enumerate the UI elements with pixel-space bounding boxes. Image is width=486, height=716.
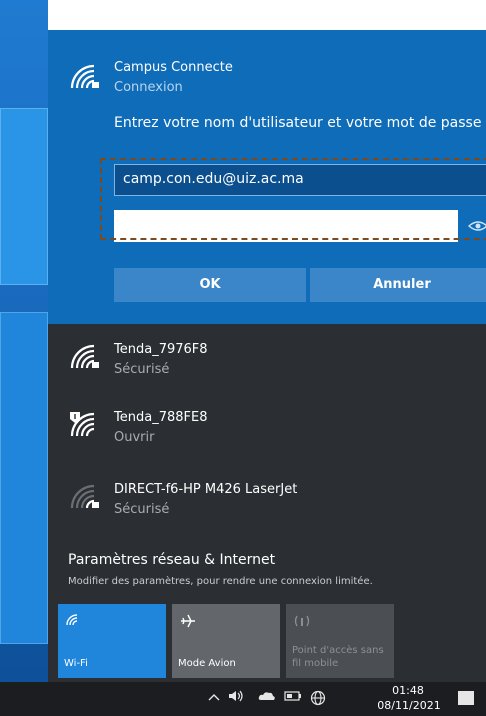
reveal-password-icon[interactable] bbox=[467, 218, 486, 234]
airplane-mode-tile[interactable]: Mode Avion bbox=[172, 604, 280, 678]
cancel-button[interactable]: Annuler bbox=[310, 268, 486, 302]
username-field[interactable]: camp.con.edu@uiz.ac.ma bbox=[114, 164, 486, 196]
mobile-hotspot-tile[interactable]: Point d'accès sans fil mobile bbox=[286, 604, 394, 678]
volume-icon[interactable] bbox=[228, 690, 244, 705]
notification-center-icon[interactable] bbox=[458, 691, 474, 705]
clock-date[interactable]: 08/11/2021 bbox=[376, 699, 442, 712]
wifi-open-warning-icon bbox=[70, 412, 100, 438]
network-name: Tenda_7976F8 bbox=[114, 342, 208, 357]
connect-panel: Campus Connecte Connexion Entrez votre n… bbox=[48, 30, 486, 324]
network-settings-description: Modifier des paramètres, pour rendre une… bbox=[68, 576, 373, 587]
battery-icon[interactable] bbox=[284, 690, 302, 704]
connecting-status: Connexion bbox=[114, 80, 183, 95]
wifi-tile-label: Wi-Fi bbox=[64, 658, 88, 669]
airplane-icon bbox=[180, 614, 196, 631]
globe-network-icon[interactable] bbox=[310, 690, 326, 709]
chevron-up-icon[interactable] bbox=[208, 690, 220, 704]
ok-button[interactable]: OK bbox=[114, 268, 306, 302]
onedrive-cloud-icon[interactable] bbox=[258, 690, 276, 704]
network-settings-link[interactable]: Paramètres réseau & Internet bbox=[68, 552, 275, 568]
network-flyout: Campus Connecte Connexion Entrez votre n… bbox=[48, 30, 486, 682]
hotspot-tile-label: Point d'accès sans fil mobile bbox=[292, 645, 384, 669]
clock-time[interactable]: 01:48 bbox=[386, 684, 430, 697]
network-name: DIRECT-f6-HP M426 LaserJet bbox=[114, 482, 298, 497]
password-field[interactable] bbox=[114, 210, 458, 242]
network-status: Sécurisé bbox=[114, 502, 170, 517]
desktop-window-edge bbox=[0, 312, 48, 644]
network-status: Sécurisé bbox=[114, 362, 170, 377]
wifi-icon bbox=[66, 614, 80, 629]
taskbar: 01:48 08/11/2021 bbox=[0, 682, 486, 716]
network-name: Tenda_788FE8 bbox=[114, 410, 208, 425]
desktop-background bbox=[0, 0, 48, 690]
airplane-tile-label: Mode Avion bbox=[178, 658, 236, 669]
wifi-secured-icon bbox=[70, 344, 100, 370]
wifi-weak-icon bbox=[70, 484, 100, 510]
connecting-network-name: Campus Connecte bbox=[114, 60, 233, 75]
desktop-window-edge bbox=[0, 108, 48, 285]
credentials-prompt: Entrez votre nom d'utilisateur et votre … bbox=[114, 115, 482, 131]
wifi-toggle-tile[interactable]: Wi-Fi bbox=[58, 604, 166, 678]
hotspot-icon bbox=[294, 614, 310, 631]
wifi-secured-icon bbox=[70, 64, 100, 90]
network-status: Ouvrir bbox=[114, 430, 155, 445]
